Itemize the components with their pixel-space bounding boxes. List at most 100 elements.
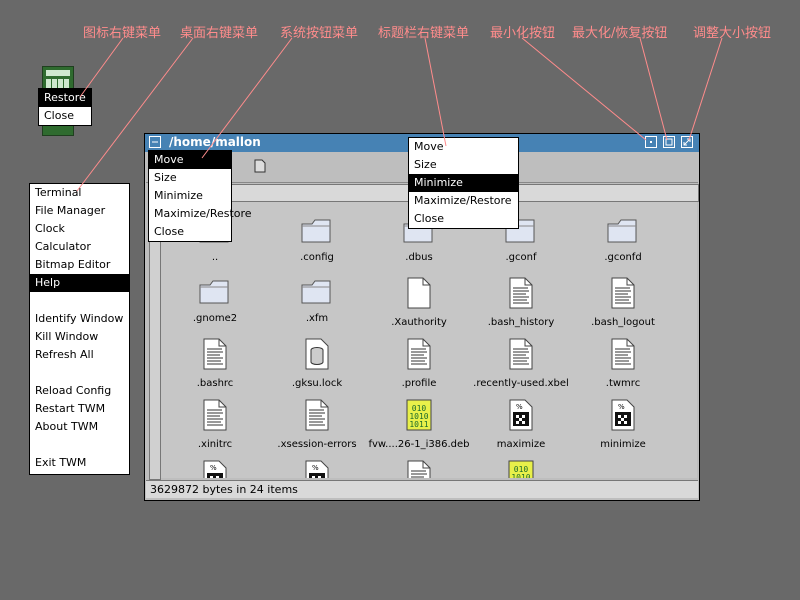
text-file-icon xyxy=(469,338,573,373)
text-file-icon xyxy=(571,277,675,312)
calculator-screen xyxy=(46,70,70,76)
annotation-resize-button: 调整大小按钮 xyxy=(693,26,772,41)
file-item[interactable]: .bash_history xyxy=(469,277,573,328)
menu-item-bitmap-editor[interactable]: Bitmap Editor xyxy=(30,256,129,274)
text-file-icon xyxy=(265,399,369,434)
menu-item-refresh-all[interactable]: Refresh All xyxy=(30,346,129,364)
menu-item-about-twm[interactable]: About TWM xyxy=(30,418,129,436)
toolbar-file-icon[interactable] xyxy=(254,159,266,173)
folder-icon xyxy=(265,277,369,308)
text-file-icon xyxy=(367,338,471,373)
menu-item-close[interactable]: Close xyxy=(149,223,231,241)
menu-item-reload-config[interactable]: Reload Config xyxy=(30,382,129,400)
file-item[interactable]: % xyxy=(163,460,267,478)
text-file-icon xyxy=(163,399,267,434)
menu-item-exit-twm[interactable]: Exit TWM xyxy=(30,454,129,472)
file-name: .bash_logout xyxy=(591,317,655,328)
annotation-minimize-button: 最小化按钮 xyxy=(490,26,556,41)
file-name: .xsession-errors xyxy=(277,439,357,450)
folder-icon xyxy=(571,216,675,247)
file-item[interactable]: .profile xyxy=(367,338,471,389)
svg-text:%: % xyxy=(618,403,625,411)
resize-icon xyxy=(683,138,691,146)
status-bar: 3629872 bytes in 24 items xyxy=(146,480,698,498)
file-item[interactable] xyxy=(367,460,471,478)
annotation-icon-menu: 图标右键菜单 xyxy=(83,26,162,41)
file-item[interactable]: % minimize xyxy=(571,399,675,450)
file-item[interactable]: .config xyxy=(265,216,369,263)
folder-icon xyxy=(163,277,267,308)
menu-item-kill-window[interactable]: Kill Window xyxy=(30,328,129,346)
annotation-line-maximize xyxy=(639,37,668,141)
menu-item-minimize[interactable]: Minimize xyxy=(409,174,518,192)
menu-item-move[interactable]: Move xyxy=(149,151,231,169)
file-name: .gconfd xyxy=(604,252,642,263)
menu-item-minimize[interactable]: Minimize xyxy=(149,187,231,205)
file-name: .Xauthority xyxy=(391,317,447,328)
menu-item-size[interactable]: Size xyxy=(409,156,518,174)
file-item[interactable]: .Xauthority xyxy=(367,277,471,328)
menu-item-move[interactable]: Move xyxy=(409,138,518,156)
menu-item-clock[interactable]: Clock xyxy=(30,220,129,238)
file-name: .bashrc xyxy=(196,378,234,389)
menu-item-help[interactable]: Help xyxy=(30,274,129,292)
folder-icon xyxy=(265,216,369,247)
minimize-button[interactable] xyxy=(645,136,657,148)
annotation-titlebar-menu: 标题栏右键菜单 xyxy=(378,26,470,41)
file-item[interactable]: 010 1010 1011 fvw....26-1_i386.deb xyxy=(367,399,471,450)
file-item[interactable]: 01010101011 xyxy=(469,460,573,478)
file-item[interactable]: .xfm xyxy=(265,277,369,324)
file-name: minimize xyxy=(600,439,646,450)
resize-button[interactable] xyxy=(681,136,693,148)
annotation-system-menu: 系统按钮菜单 xyxy=(280,26,359,41)
maximize-restore-button[interactable] xyxy=(663,136,675,148)
file-item[interactable]: % maximize xyxy=(469,399,573,450)
text-file-icon xyxy=(571,338,675,373)
annotation-line-titlebar-menu xyxy=(424,37,447,147)
file-item[interactable]: % xyxy=(265,460,369,478)
menu-item-close[interactable]: Close xyxy=(409,210,518,228)
file-item[interactable]: .xsession-errors xyxy=(265,399,369,450)
svg-text:%: % xyxy=(516,403,523,411)
menu-item-maximize-restore[interactable]: Maximize/Restore xyxy=(149,205,252,223)
file-item[interactable]: .twmrc xyxy=(571,338,675,389)
file-item[interactable]: .gnome2 xyxy=(163,277,267,324)
file-item[interactable]: .gksu.lock xyxy=(265,338,369,389)
image-file-icon: % xyxy=(163,460,267,478)
svg-text:%: % xyxy=(312,464,319,472)
vertical-scrollbar[interactable] xyxy=(149,202,161,480)
menu-item-terminal[interactable]: Terminal xyxy=(30,184,129,202)
file-name: .gksu.lock xyxy=(291,378,343,389)
menu-item-identify-window[interactable]: Identify Window xyxy=(30,310,129,328)
file-item[interactable]: .xinitrc xyxy=(163,399,267,450)
minimize-icon xyxy=(650,141,652,143)
file-name: .gnome2 xyxy=(192,313,238,324)
file-item[interactable]: .gconfd xyxy=(571,216,675,263)
icon-context-menu: Restore Close xyxy=(38,88,92,126)
menu-item-size[interactable]: Size xyxy=(149,169,231,187)
system-menu-icon xyxy=(152,141,158,143)
menu-separator xyxy=(30,436,129,454)
menu-item-restore[interactable]: Restore xyxy=(39,89,91,107)
file-name: .bash_history xyxy=(487,317,555,328)
menu-item-file-manager[interactable]: File Manager xyxy=(30,202,129,220)
file-item[interactable]: .recently-used.xbel xyxy=(469,338,573,389)
binary-file-icon: 01010101011 xyxy=(367,399,471,434)
file-name: .xfm xyxy=(305,313,329,324)
system-button-menu: Move Size Minimize Maximize/Restore Close xyxy=(148,150,252,242)
desktop-context-menu: Terminal File Manager Clock Calculator Bitma… xyxy=(29,183,130,475)
menu-item-calculator[interactable]: Calculator xyxy=(30,238,129,256)
system-menu-button[interactable] xyxy=(149,136,161,148)
file-item[interactable]: .bash_logout xyxy=(571,277,675,328)
file-name: fvw....26-1_i386.deb xyxy=(368,439,470,450)
image-file-icon: % xyxy=(469,399,573,434)
file-name: .gconf xyxy=(505,252,537,263)
annotation-line-resize xyxy=(688,37,723,141)
menu-item-maximize-restore[interactable]: Maximize/Restore xyxy=(409,192,518,210)
menu-item-restart-twm[interactable]: Restart TWM xyxy=(30,400,129,418)
blank-file-icon xyxy=(367,277,471,312)
file-item[interactable]: .bashrc xyxy=(163,338,267,389)
menu-item-close[interactable]: Close xyxy=(39,107,91,125)
titlebar-context-menu: Move Size Minimize Maximize/Restore Close xyxy=(408,137,519,229)
file-name: .recently-used.xbel xyxy=(473,378,569,389)
